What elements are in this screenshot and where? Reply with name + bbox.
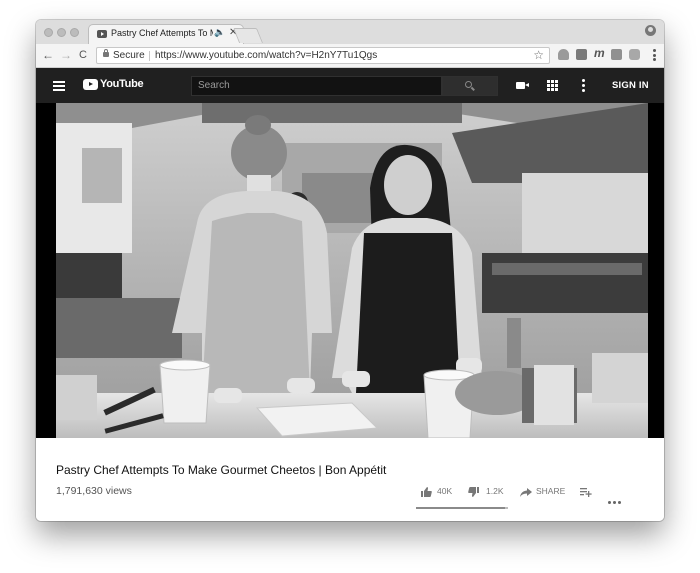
- more-horiz-icon[interactable]: [608, 491, 623, 509]
- hamburger-icon[interactable]: [53, 81, 65, 93]
- dislike-count[interactable]: 1.2K: [486, 486, 504, 496]
- extension-3-icon[interactable]: [611, 49, 622, 60]
- close-window-button[interactable]: [44, 28, 53, 37]
- add-to-playlist-icon[interactable]: [580, 487, 592, 497]
- extension-skype-icon[interactable]: [629, 49, 640, 60]
- zoom-window-button[interactable]: [70, 28, 79, 37]
- url-text[interactable]: https://www.youtube.com/watch?v=H2nY7Tu1…: [155, 50, 377, 61]
- lock-icon: [103, 49, 109, 57]
- thumb-down-icon[interactable]: [468, 487, 479, 497]
- video-frame[interactable]: [52, 103, 648, 438]
- apps-icon[interactable]: [547, 80, 558, 91]
- youtube-header: YouTube Search SIGN IN: [36, 68, 664, 103]
- thumb-up-icon[interactable]: [421, 487, 432, 497]
- video-info: Pastry Chef Attempts To Make Gourmet Che…: [36, 438, 664, 521]
- video-title: Pastry Chef Attempts To Make Gourmet Che…: [56, 463, 387, 477]
- address-divider: [149, 51, 150, 61]
- tab-title: Pastry Chef Attempts To Ma: [111, 28, 213, 38]
- extension-m-icon[interactable]: m: [594, 46, 605, 60]
- youtube-logo-text[interactable]: YouTube: [100, 78, 144, 90]
- search-button[interactable]: [442, 76, 498, 96]
- star-icon[interactable]: ☆: [533, 48, 544, 62]
- browser-menu-icon[interactable]: [653, 49, 656, 63]
- video-player[interactable]: [36, 103, 664, 438]
- search-icon: [465, 81, 472, 88]
- browser-toolbar: ← → C Secure https://www.youtube.com/wat…: [36, 44, 664, 68]
- like-dislike-bar: [416, 507, 508, 509]
- like-ratio-fill: [416, 507, 506, 509]
- new-tab-button[interactable]: [232, 28, 264, 43]
- forward-button[interactable]: →: [60, 48, 72, 62]
- speaker-icon[interactable]: 🔈: [214, 27, 225, 38]
- extension-1-icon[interactable]: [558, 49, 569, 60]
- youtube-logo-icon[interactable]: [83, 79, 98, 90]
- more-vert-icon[interactable]: [582, 79, 585, 94]
- like-count[interactable]: 40K: [437, 486, 452, 496]
- search-input[interactable]: Search: [191, 76, 442, 96]
- upload-video-icon[interactable]: [516, 82, 529, 89]
- minimize-window-button[interactable]: [57, 28, 66, 37]
- security-label: Secure: [113, 50, 145, 61]
- browser-tab[interactable]: Pastry Chef Attempts To Ma 🔈 ✕: [88, 24, 244, 44]
- extension-2-icon[interactable]: [576, 49, 587, 60]
- view-count: 1,791,630 views: [56, 485, 132, 497]
- browser-window: Pastry Chef Attempts To Ma 🔈 ✕ ← → C Sec…: [36, 20, 664, 521]
- share-button[interactable]: SHARE: [536, 486, 565, 496]
- search-placeholder: Search: [198, 80, 230, 91]
- profile-icon[interactable]: [645, 25, 656, 36]
- address-bar[interactable]: Secure https://www.youtube.com/watch?v=H…: [96, 47, 550, 64]
- tab-strip: Pastry Chef Attempts To Ma 🔈 ✕: [36, 20, 664, 44]
- sign-in-button[interactable]: SIGN IN: [612, 80, 649, 91]
- youtube-favicon-icon: [97, 30, 107, 38]
- back-button[interactable]: ←: [42, 48, 54, 62]
- video-still-image: [52, 103, 648, 438]
- share-icon[interactable]: [520, 488, 532, 497]
- reload-button[interactable]: C: [79, 48, 87, 62]
